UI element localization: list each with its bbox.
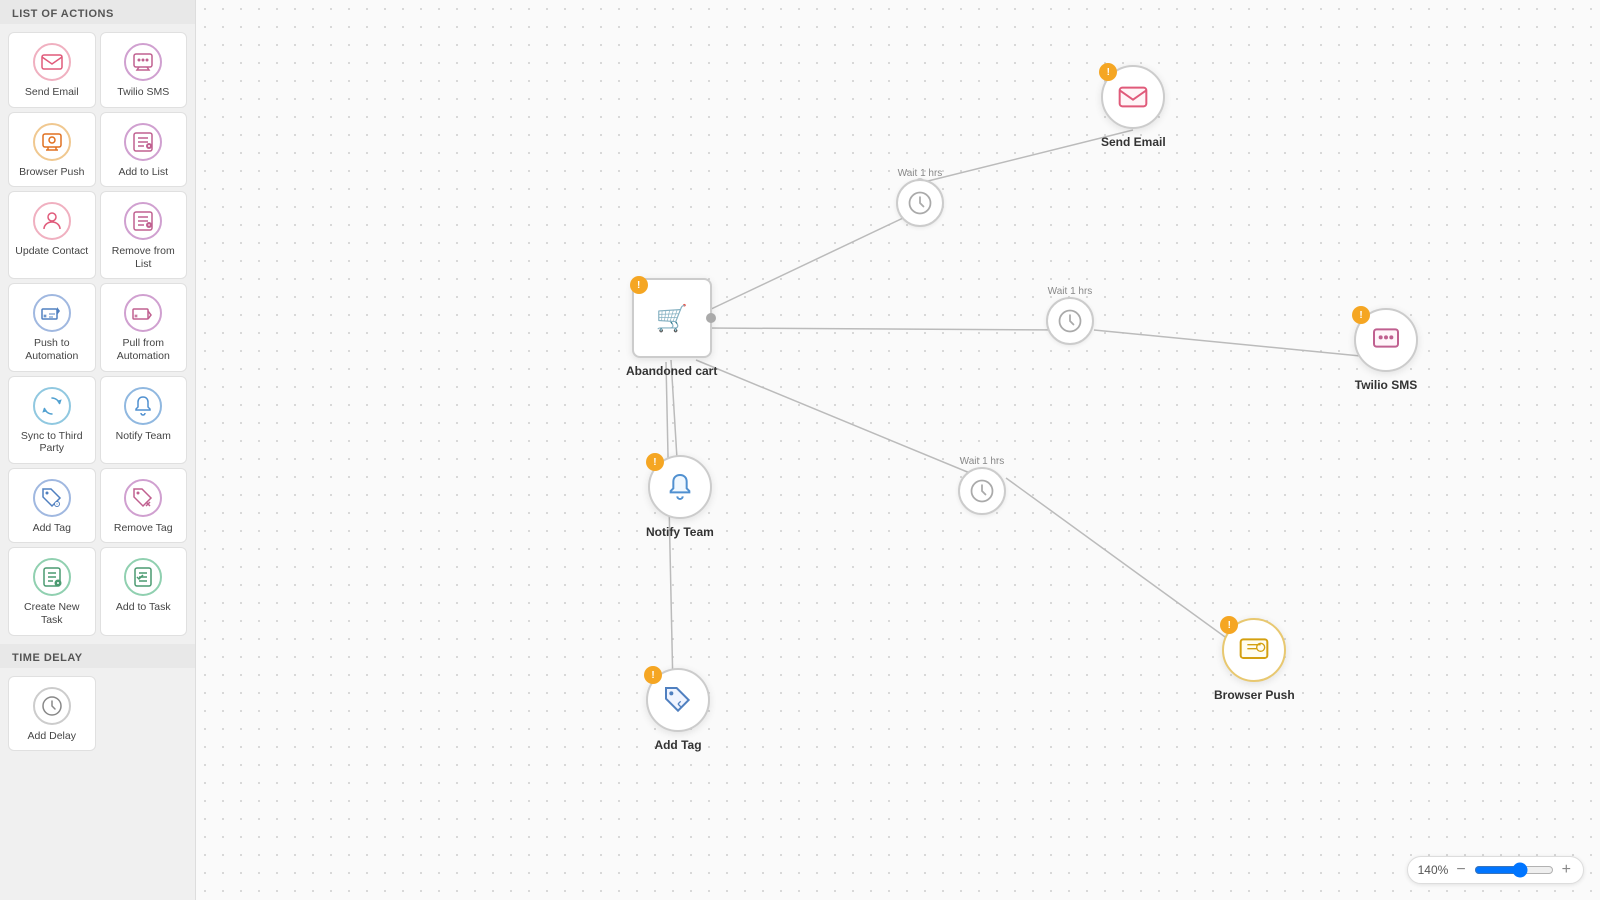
node-browser-push[interactable]: ! Browser Push xyxy=(1214,618,1295,702)
sidebar-item-add-tag[interactable]: Add Tag xyxy=(8,468,96,544)
remove-tag-icon xyxy=(124,479,162,517)
sidebar-item-send-email[interactable]: Send Email xyxy=(8,32,96,108)
node-browser-push-badge: ! xyxy=(1220,616,1238,634)
sidebar-item-browser-push-label: Browser Push xyxy=(19,166,84,179)
sidebar-item-remove-tag-label: Remove Tag xyxy=(114,522,173,535)
wait-node-2[interactable]: Wait 1 hrs xyxy=(1046,283,1094,345)
node-send-email[interactable]: ! Send Email xyxy=(1101,65,1166,149)
sidebar-item-add-to-list-label: Add to List xyxy=(118,166,168,179)
browser-push-icon xyxy=(33,123,71,161)
update-contact-icon xyxy=(33,202,71,240)
add-tag-icon xyxy=(33,479,71,517)
sidebar-item-sync-to-third-party[interactable]: Sync to Third Party xyxy=(8,376,96,464)
sidebar-item-send-email-label: Send Email xyxy=(25,86,79,99)
sidebar-item-add-to-list[interactable]: Add to List xyxy=(100,112,188,188)
node-twilio-sms-badge: ! xyxy=(1352,306,1370,324)
wait-node-3-label: Wait 1 hrs xyxy=(960,456,1005,467)
node-abandoned-cart-label: Abandoned cart xyxy=(626,364,717,378)
twilio-sms-icon xyxy=(124,43,162,81)
send-email-icon xyxy=(33,43,71,81)
wait-node-3-circle xyxy=(958,467,1006,515)
sidebar-item-push-to-automation[interactable]: Push to Automation xyxy=(8,283,96,371)
sidebar-item-remove-from-list-label: Remove from List xyxy=(107,245,181,270)
add-to-task-icon xyxy=(124,558,162,596)
sidebar-item-pull-from-automation-label: Pull from Automation xyxy=(107,337,181,362)
zoom-in-button[interactable]: + xyxy=(1560,861,1573,879)
sync-to-third-party-icon xyxy=(33,387,71,425)
wait-node-2-circle xyxy=(1046,297,1094,345)
zoom-level: 140% xyxy=(1418,863,1449,877)
node-add-tag[interactable]: ! Add Tag xyxy=(646,668,710,752)
node-browser-push-circle: ! xyxy=(1222,618,1286,682)
sidebar: LIST OF ACTIONS Send Email Twilio SMS Br… xyxy=(0,0,196,900)
wait-node-3[interactable]: Wait 1 hrs xyxy=(958,453,1006,515)
node-twilio-sms-label: Twilio SMS xyxy=(1355,378,1417,392)
sidebar-item-twilio-sms[interactable]: Twilio SMS xyxy=(100,32,188,108)
node-abandoned-cart-box: 🛒 ! xyxy=(632,278,712,358)
sidebar-item-remove-tag[interactable]: Remove Tag xyxy=(100,468,188,544)
node-notify-team-circle: ! xyxy=(648,455,712,519)
node-browser-push-label: Browser Push xyxy=(1214,688,1295,702)
connector-right xyxy=(706,313,716,323)
sidebar-item-remove-from-list[interactable]: Remove from List xyxy=(100,191,188,279)
node-add-tag-circle: ! xyxy=(646,668,710,732)
push-to-automation-icon xyxy=(33,294,71,332)
sidebar-item-update-contact-label: Update Contact xyxy=(15,245,88,258)
node-send-email-badge: ! xyxy=(1099,63,1117,81)
wait-node-2-label: Wait 1 hrs xyxy=(1048,286,1093,297)
wait-node-1-circle xyxy=(896,179,944,227)
sidebar-actions-grid: Send Email Twilio SMS Browser Push Add t… xyxy=(0,24,195,644)
pull-from-automation-icon xyxy=(124,294,162,332)
node-twilio-sms[interactable]: ! Twilio SMS xyxy=(1354,308,1418,392)
add-delay-icon xyxy=(33,687,71,725)
node-send-email-circle: ! xyxy=(1101,65,1165,129)
sidebar-item-add-delay-label: Add Delay xyxy=(28,730,76,743)
zoom-slider[interactable] xyxy=(1474,862,1554,878)
node-add-tag-badge: ! xyxy=(644,666,662,684)
node-twilio-sms-circle: ! xyxy=(1354,308,1418,372)
sidebar-item-sync-to-third-party-label: Sync to Third Party xyxy=(15,430,89,455)
node-notify-team-badge: ! xyxy=(646,453,664,471)
notify-team-icon xyxy=(124,387,162,425)
workflow-canvas[interactable]: 🛒 ! Abandoned cart Wait 1 hrs ! Send Ema… xyxy=(196,0,1600,900)
sidebar-item-create-new-task[interactable]: Create New Task xyxy=(8,547,96,635)
connections-svg xyxy=(196,0,1600,900)
zoom-bar: 140% − + xyxy=(1407,856,1584,884)
sidebar-item-add-delay[interactable]: Add Delay xyxy=(8,676,96,752)
sidebar-item-create-new-task-label: Create New Task xyxy=(15,601,89,626)
sidebar-item-browser-push[interactable]: Browser Push xyxy=(8,112,96,188)
sidebar-section-actions: LIST OF ACTIONS xyxy=(0,0,195,24)
node-send-email-label: Send Email xyxy=(1101,135,1166,149)
sidebar-item-update-contact[interactable]: Update Contact xyxy=(8,191,96,279)
zoom-out-button[interactable]: − xyxy=(1454,861,1467,879)
sidebar-item-add-tag-label: Add Tag xyxy=(33,522,71,535)
node-abandoned-cart[interactable]: 🛒 ! Abandoned cart xyxy=(626,278,717,378)
create-new-task-icon xyxy=(33,558,71,596)
wait-node-1-label: Wait 1 hrs xyxy=(898,168,943,179)
add-to-list-icon xyxy=(124,123,162,161)
sidebar-delay-grid: Add Delay xyxy=(0,668,195,760)
remove-from-list-icon xyxy=(124,202,162,240)
sidebar-item-notify-team-label: Notify Team xyxy=(116,430,171,443)
node-add-tag-label: Add Tag xyxy=(654,738,701,752)
sidebar-section-delay: TIME DELAY xyxy=(0,644,195,668)
node-notify-team-label: Notify Team xyxy=(646,525,714,539)
node-abandoned-cart-badge: ! xyxy=(630,276,648,294)
sidebar-item-add-to-task-label: Add to Task xyxy=(116,601,171,614)
sidebar-item-pull-from-automation[interactable]: Pull from Automation xyxy=(100,283,188,371)
node-notify-team[interactable]: ! Notify Team xyxy=(646,455,714,539)
sidebar-item-notify-team[interactable]: Notify Team xyxy=(100,376,188,464)
wait-node-1[interactable]: Wait 1 hrs xyxy=(896,165,944,227)
sidebar-item-push-to-automation-label: Push to Automation xyxy=(15,337,89,362)
sidebar-item-add-to-task[interactable]: Add to Task xyxy=(100,547,188,635)
sidebar-item-twilio-sms-label: Twilio SMS xyxy=(117,86,169,99)
